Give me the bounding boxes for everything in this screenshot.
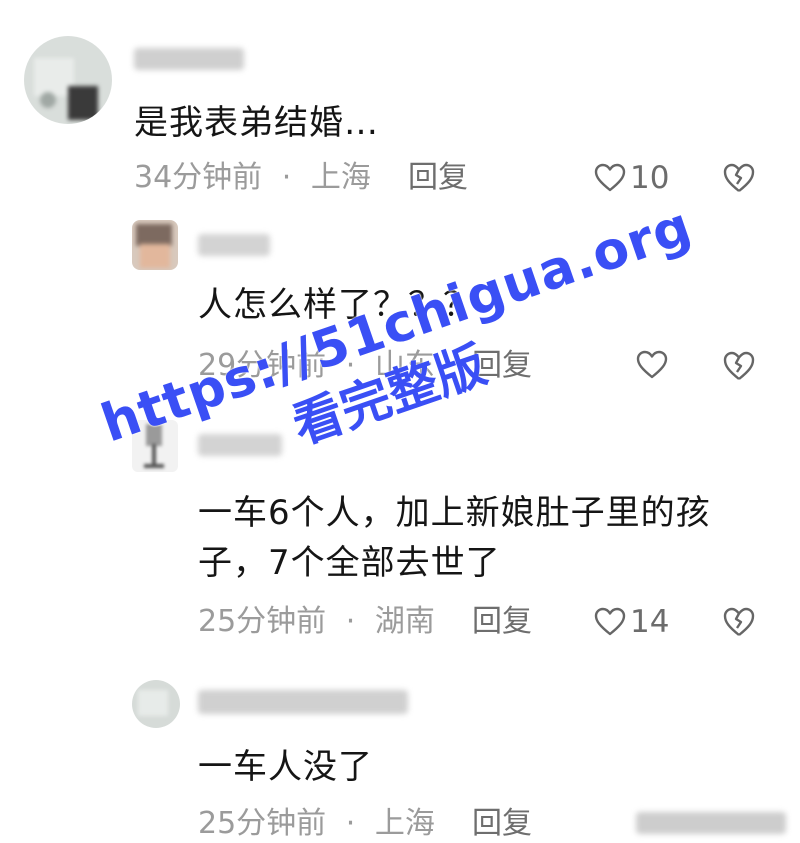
comment-meta: 25分钟前 · 上海 (198, 806, 435, 842)
comment-meta: 25分钟前 · 湖南 (198, 604, 435, 640)
username[interactable] (198, 434, 282, 456)
comment-location: 山东 (374, 348, 435, 383)
comment-meta: 29分钟前 · 山东 (198, 348, 435, 384)
reply-button[interactable]: 回复 (472, 348, 532, 384)
meta-separator: · (345, 348, 356, 383)
avatar[interactable] (132, 420, 178, 472)
comment-time: 25分钟前 (198, 604, 327, 639)
dislike-button[interactable] (722, 350, 756, 386)
heart-outline-icon (594, 607, 626, 636)
username[interactable] (198, 690, 408, 714)
meta-separator: · (345, 806, 356, 841)
broken-heart-icon (723, 163, 755, 192)
comment-location: 上海 (374, 806, 435, 841)
username[interactable] (134, 48, 244, 70)
comment-text: 一车6个人，加上新娘肚子里的孩子，7个全部去世了 (198, 493, 711, 583)
reply-button[interactable]: 回复 (472, 806, 532, 842)
broken-heart-icon (723, 607, 755, 636)
heart-outline-icon (636, 350, 668, 379)
dislike-button[interactable] (722, 162, 756, 198)
comment-meta: 34分钟前 · 上海 (134, 160, 371, 196)
avatar[interactable] (132, 680, 180, 728)
meta-separator: · (281, 160, 292, 195)
comment-time: 25分钟前 (198, 806, 327, 841)
comment-location: 上海 (310, 160, 371, 195)
dislike-button[interactable] (722, 606, 756, 642)
like-count: 14 (630, 604, 670, 640)
broken-heart-icon (723, 351, 755, 380)
comment-text: 一车人没了 (198, 747, 373, 787)
reply-button[interactable]: 回复 (472, 604, 532, 640)
like-button[interactable]: 14 (594, 604, 669, 640)
comment-text: 人怎么样了？？？ (198, 285, 478, 325)
reply-button[interactable]: 回复 (408, 160, 468, 196)
avatar[interactable] (132, 220, 178, 270)
avatar[interactable] (24, 36, 112, 124)
like-count: 10 (630, 160, 670, 196)
comment-time: 29分钟前 (198, 348, 327, 383)
blurred-footer (636, 812, 786, 834)
comment-time: 34分钟前 (134, 160, 263, 195)
username[interactable] (198, 234, 270, 256)
like-button[interactable] (636, 350, 672, 380)
meta-separator: · (345, 604, 356, 639)
heart-outline-icon (594, 163, 626, 192)
like-button[interactable]: 10 (594, 160, 669, 196)
comment-text: 是我表弟结婚… (134, 103, 379, 143)
comment-location: 湖南 (374, 604, 435, 639)
